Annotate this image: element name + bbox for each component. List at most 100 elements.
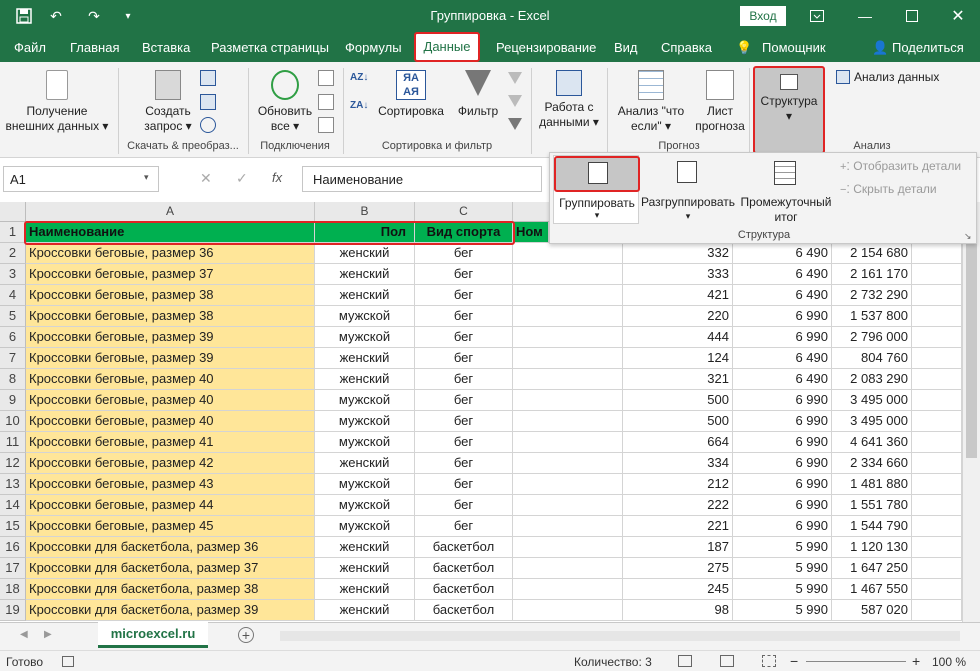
refresh-all-button[interactable]: Обновить все ▾ (252, 70, 318, 134)
get-external-data-button[interactable]: Получение внешних данных ▾ (2, 70, 112, 134)
cell-empty[interactable] (513, 327, 623, 348)
cell-quantity[interactable]: 664 (623, 432, 733, 453)
cell-sport[interactable]: бег (415, 474, 513, 495)
cell-name[interactable]: Кроссовки беговые, размер 45 (26, 516, 315, 537)
vertical-scrollbar[interactable]: ▲ (962, 202, 980, 622)
row-header[interactable]: 15 (0, 516, 26, 537)
row-header[interactable]: 17 (0, 558, 26, 579)
cell-name[interactable]: Кроссовки беговые, размер 41 (26, 432, 315, 453)
dialog-launcher-icon[interactable]: ↘ (964, 231, 972, 242)
cell-price[interactable]: 6 990 (733, 453, 832, 474)
tab-formulas[interactable]: Формулы (345, 40, 402, 55)
subtotal-button[interactable]: Промежуточный итог (738, 155, 834, 224)
cell-total[interactable]: 2 334 660 (832, 453, 912, 474)
cell-quantity[interactable]: 220 (623, 306, 733, 327)
cell-empty[interactable] (513, 558, 623, 579)
cell-name[interactable]: Кроссовки беговые, размер 38 (26, 285, 315, 306)
cell-sport[interactable]: бег (415, 411, 513, 432)
cell-quantity[interactable]: 222 (623, 495, 733, 516)
cell-gender[interactable]: женский (315, 537, 415, 558)
cell-empty[interactable] (513, 411, 623, 432)
cell-sport[interactable]: бег (415, 432, 513, 453)
row-header[interactable]: 5 (0, 306, 26, 327)
row-header[interactable]: 11 (0, 432, 26, 453)
cell-total[interactable]: 3 495 000 (832, 390, 912, 411)
cell-gender[interactable]: мужской (315, 306, 415, 327)
cell-price[interactable]: 5 990 (733, 537, 832, 558)
row-header[interactable]: 18 (0, 579, 26, 600)
cell-gender[interactable]: мужской (315, 432, 415, 453)
cell-empty[interactable] (912, 432, 962, 453)
cell-sport[interactable]: бег (415, 327, 513, 348)
create-query-button[interactable]: Создать запрос ▾ (138, 70, 198, 134)
row-header[interactable]: 9 (0, 390, 26, 411)
cell-price[interactable]: 5 990 (733, 558, 832, 579)
cell-empty[interactable] (912, 516, 962, 537)
cell-price[interactable]: 6 490 (733, 243, 832, 264)
tab-tell-me[interactable]: Помощник (762, 40, 826, 55)
cell-empty[interactable] (912, 474, 962, 495)
cell-empty[interactable] (912, 537, 962, 558)
cell-price[interactable]: 6 990 (733, 306, 832, 327)
column-header-a[interactable]: A (26, 202, 315, 222)
cell-total[interactable]: 1 467 550 (832, 579, 912, 600)
cell-price[interactable]: 5 990 (733, 600, 832, 621)
cell-gender[interactable]: мужской (315, 411, 415, 432)
cell-price[interactable]: 6 490 (733, 285, 832, 306)
cell-quantity[interactable]: 333 (623, 264, 733, 285)
cell-price[interactable]: 6 990 (733, 390, 832, 411)
cell-sport[interactable]: бег (415, 243, 513, 264)
cell-quantity[interactable]: 98 (623, 600, 733, 621)
cell-name[interactable]: Кроссовки беговые, размер 43 (26, 474, 315, 495)
cell-price[interactable]: 6 990 (733, 327, 832, 348)
cell-empty[interactable] (912, 453, 962, 474)
cell-sport[interactable]: бег (415, 348, 513, 369)
cell-sport[interactable]: бег (415, 390, 513, 411)
cell-quantity[interactable]: 421 (623, 285, 733, 306)
cell-name[interactable]: Кроссовки беговые, размер 36 (26, 243, 315, 264)
row-header[interactable]: 16 (0, 537, 26, 558)
row-header[interactable]: 6 (0, 327, 26, 348)
cell-quantity[interactable]: 245 (623, 579, 733, 600)
cell-gender[interactable]: женский (315, 285, 415, 306)
cell-empty[interactable] (912, 348, 962, 369)
row-header[interactable]: 14 (0, 495, 26, 516)
sheet-tab-active[interactable]: microexcel.ru (98, 622, 208, 648)
column-header-c[interactable]: C (415, 202, 513, 222)
cell-price[interactable]: 6 990 (733, 432, 832, 453)
cell-sport[interactable]: баскетбол (415, 558, 513, 579)
cell-empty[interactable] (912, 369, 962, 390)
share-button[interactable]: Поделиться (892, 40, 964, 55)
forecast-sheet-button[interactable]: Лист прогноза (694, 70, 746, 134)
page-layout-view-icon[interactable] (720, 655, 734, 667)
row-header[interactable]: 13 (0, 474, 26, 495)
cell-sport[interactable]: баскетбол (415, 537, 513, 558)
tab-home[interactable]: Главная (70, 40, 119, 55)
clear-filter-icon[interactable] (508, 72, 522, 86)
prev-sheet-icon[interactable]: ◀ (20, 629, 28, 640)
cell-total[interactable]: 2 154 680 (832, 243, 912, 264)
row-header[interactable]: 1 (0, 222, 26, 243)
cell-quantity[interactable]: 187 (623, 537, 733, 558)
zoom-out-icon[interactable]: − (790, 653, 798, 669)
cell-empty[interactable] (513, 432, 623, 453)
cell-quantity[interactable]: 332 (623, 243, 733, 264)
cell-name[interactable]: Кроссовки беговые, размер 39 (26, 327, 315, 348)
cell-gender[interactable]: женский (315, 264, 415, 285)
cell-price[interactable]: 6 990 (733, 411, 832, 432)
row-header[interactable]: 3 (0, 264, 26, 285)
from-web-icon[interactable] (200, 94, 216, 110)
cell-price[interactable]: 6 990 (733, 474, 832, 495)
insert-function-icon[interactable]: fx (272, 170, 282, 185)
cell-quantity[interactable]: 500 (623, 411, 733, 432)
cell-empty[interactable] (912, 600, 962, 621)
cell-quantity[interactable]: 221 (623, 516, 733, 537)
maximize-icon[interactable] (902, 6, 922, 26)
cell-gender[interactable]: женский (315, 369, 415, 390)
row-header[interactable]: 19 (0, 600, 26, 621)
cell-empty[interactable] (912, 495, 962, 516)
from-table-icon[interactable] (200, 70, 216, 86)
macro-record-icon[interactable] (62, 656, 74, 667)
tab-help[interactable]: Справка (661, 40, 712, 55)
cell-gender[interactable]: мужской (315, 516, 415, 537)
